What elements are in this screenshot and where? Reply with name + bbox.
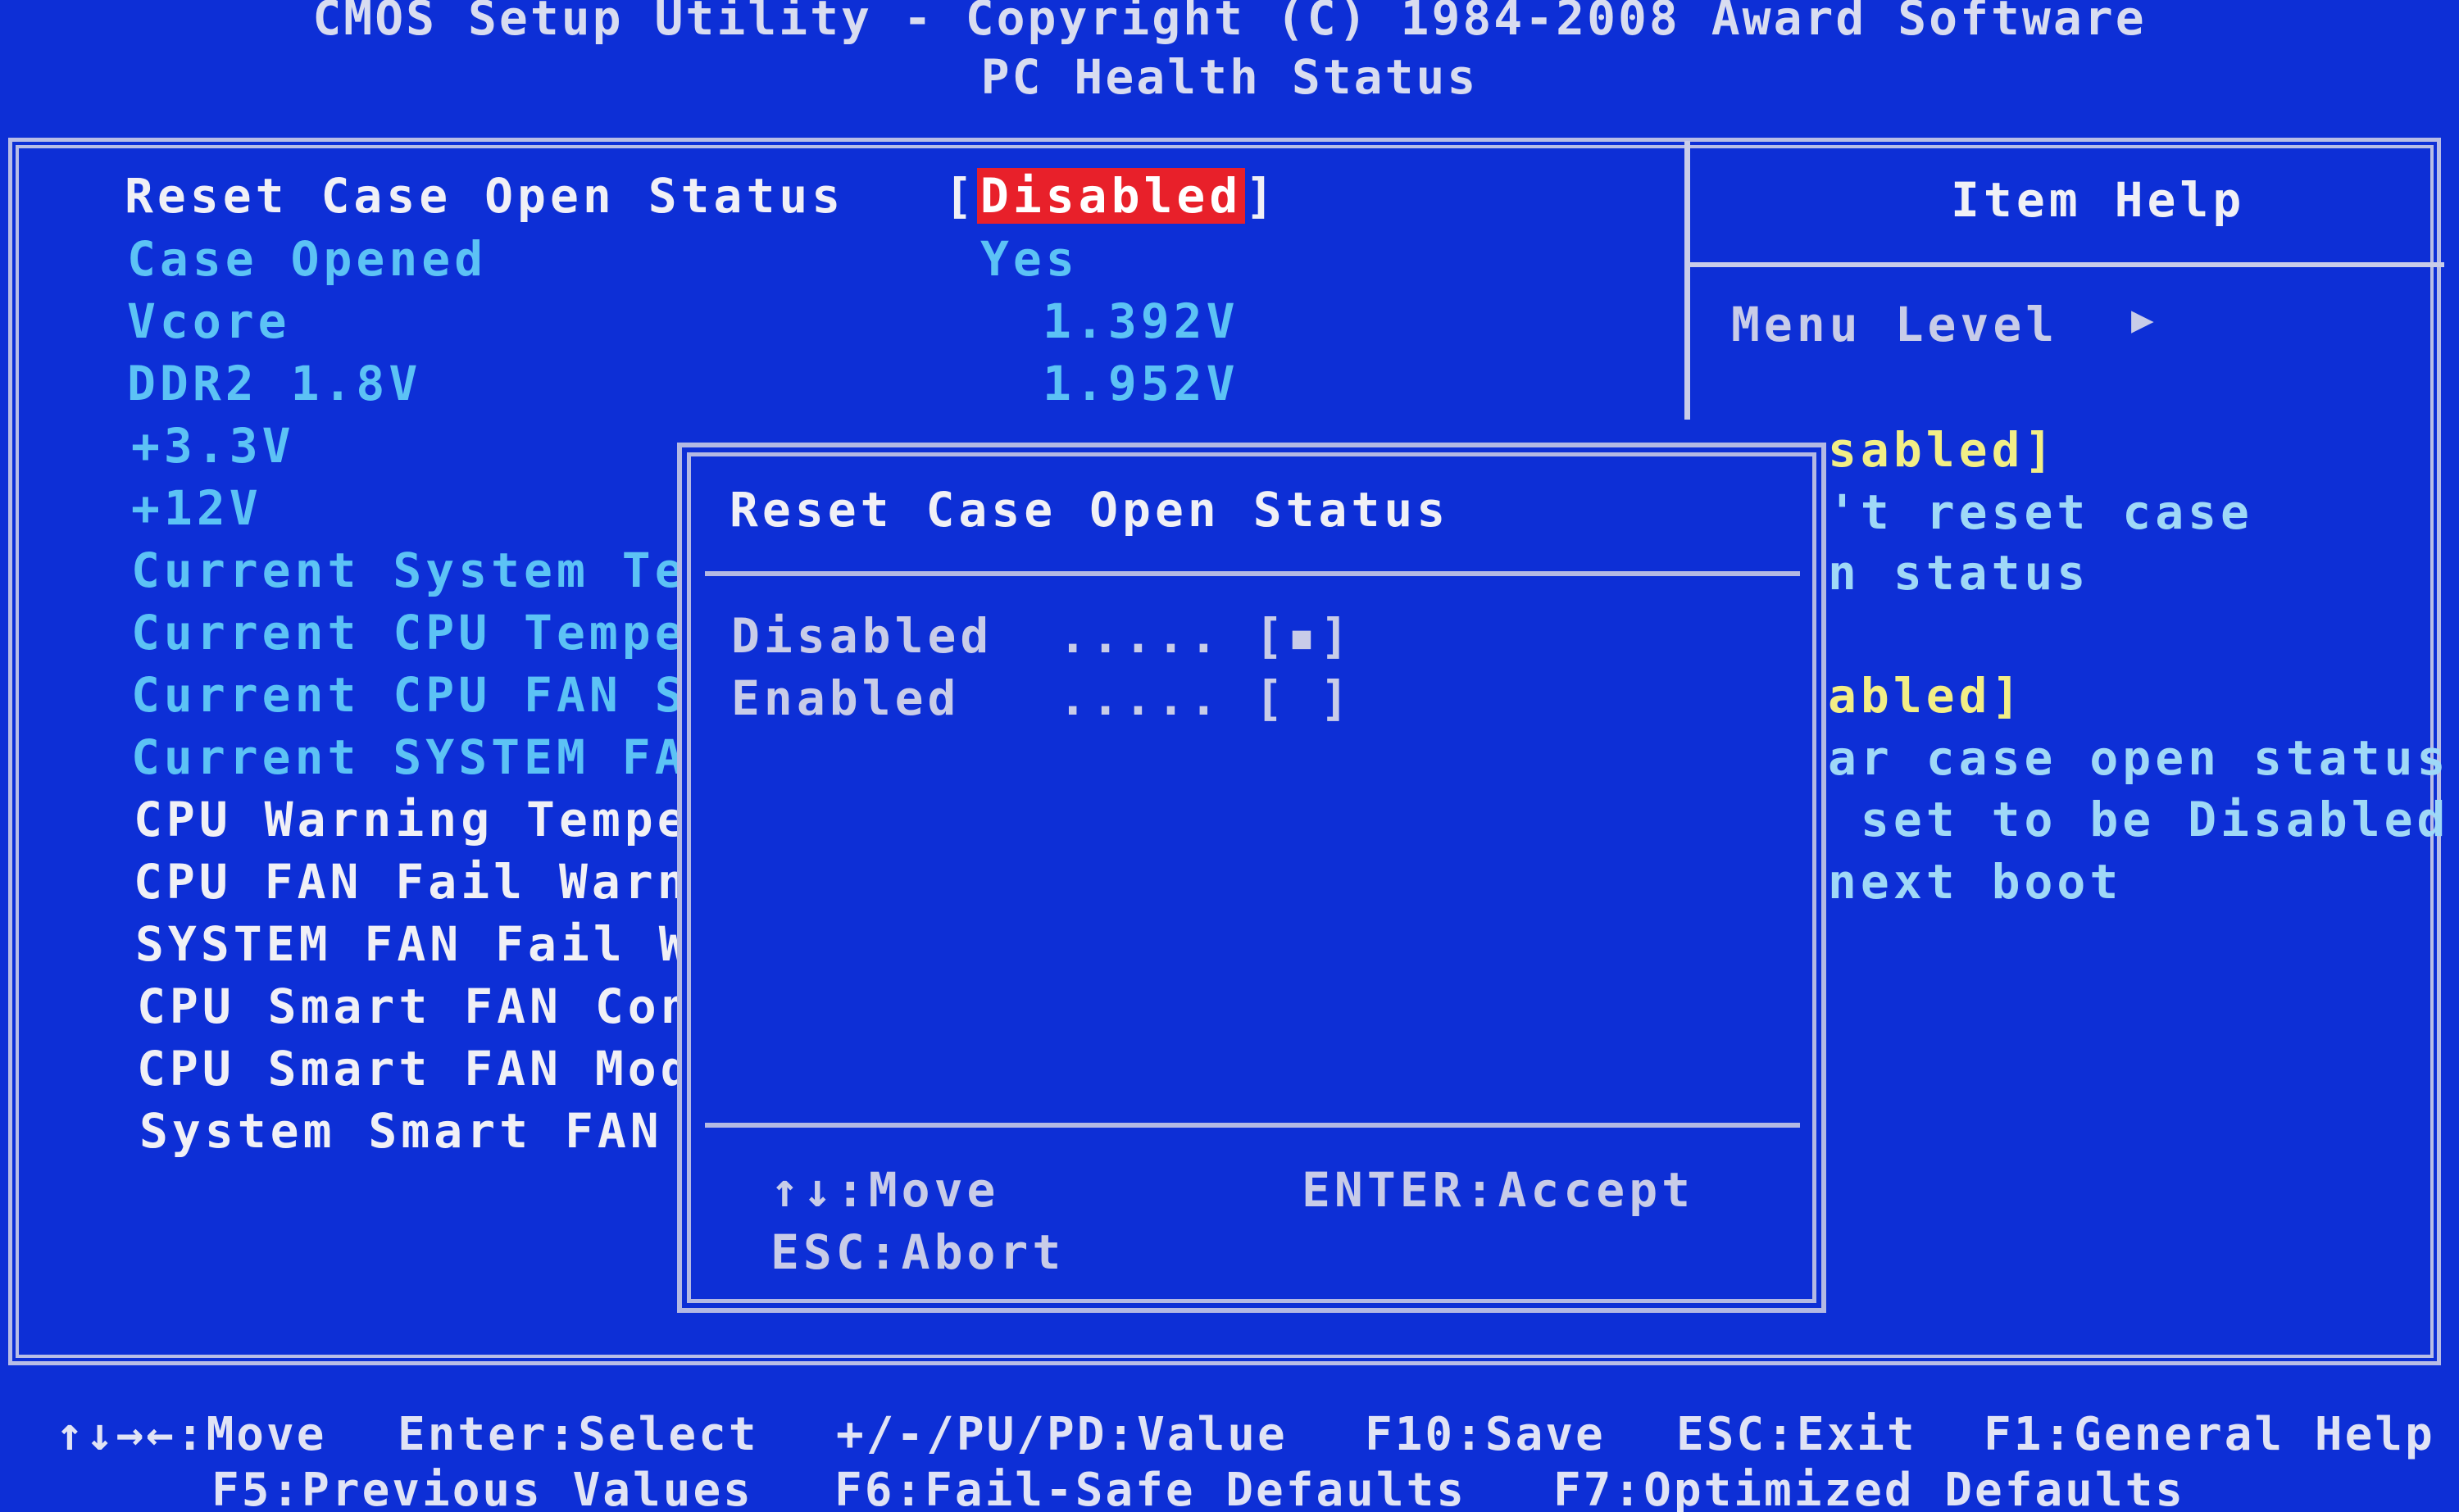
help-line: 't reset case: [1828, 484, 2253, 540]
footer-hint-select: Enter:Select: [398, 1408, 759, 1461]
footer-hint-fail-safe-defaults: F6:Fail-Safe Defaults: [834, 1464, 1467, 1512]
help-line: sabled]: [1828, 422, 2057, 478]
popup-option-enabled[interactable]: Enabled ..... [ ]: [731, 670, 1353, 726]
popup-option-disabled[interactable]: Disabled ..... [▪]: [731, 608, 1353, 664]
option-selected-marker: [▪]: [1254, 608, 1353, 664]
footer-hint-general-help: F1:General Help: [1984, 1408, 2435, 1461]
menu-item-cpu-smart-fan-control[interactable]: CPU Smart FAN Con: [137, 978, 693, 1034]
menu-item-cpu-warning-temp[interactable]: CPU Warning Tempe: [134, 792, 690, 847]
menu-item-reset-case-open-status[interactable]: Reset Case Open Status: [125, 168, 844, 224]
option-dots: .....: [1058, 608, 1222, 664]
footer-hint-save: F10:Save: [1365, 1408, 1606, 1461]
help-line: ar case open status: [1828, 730, 2450, 786]
menu-item-system-fan-fail-warning[interactable]: SYSTEM FAN Fail W: [135, 916, 692, 972]
menu-item-cpu-fan-fail-warning[interactable]: CPU FAN Fail Warn: [134, 854, 690, 910]
popup-hint-move: ↑↓:Move: [770, 1162, 1000, 1218]
selected-item-value[interactable]: [Disabled]: [944, 168, 1278, 224]
value-vcore: 1.392V: [1043, 293, 1239, 349]
option-label: Enabled: [731, 670, 961, 726]
footer-hint-exit: ESC:Exit: [1676, 1408, 1917, 1461]
menu-item-ddr2: DDR2 1.8V: [127, 356, 422, 411]
footer-hint-previous-values: F5:Previous Values: [211, 1464, 753, 1512]
popup-title: Reset Case Open Status: [730, 482, 1450, 538]
help-line: abled]: [1828, 668, 2025, 724]
help-title-divider: [1690, 262, 2444, 267]
menu-item-3v3: +3.3V: [131, 418, 295, 474]
popup-hint-abort: ESC:Abort: [770, 1224, 1066, 1280]
menu-item-system-temp: Current System Te: [131, 543, 688, 598]
value-case-opened: Yes: [980, 231, 1079, 287]
value-left-bracket: [: [944, 168, 977, 224]
value-highlight: Disabled: [976, 168, 1246, 224]
popup-hint-accept: ENTER:Accept: [1302, 1162, 1695, 1218]
menu-item-case-opened: Case Opened: [127, 231, 488, 287]
menu-item-system-fan-speed: Current SYSTEM FA: [131, 729, 688, 785]
footer-hint-move: ↑↓→←:Move: [56, 1408, 327, 1461]
value-right-bracket: ]: [1245, 168, 1279, 224]
menu-item-12v: +12V: [131, 480, 262, 536]
value-ddr2: 1.952V: [1043, 356, 1239, 411]
menu-item-cpu-smart-fan-mode[interactable]: CPU Smart FAN Mod: [137, 1041, 693, 1097]
menu-item-cpu-temp: Current CPU Tempe: [131, 605, 688, 661]
footer-hint-value: +/-/PU/PD:Value: [836, 1408, 1288, 1461]
menu-item-cpu-fan-speed: Current CPU FAN S: [131, 667, 688, 723]
help-line: set to be Disabled: [1828, 792, 2450, 847]
menu-item-system-smart-fan[interactable]: System Smart FAN: [139, 1103, 663, 1159]
option-label: Disabled: [731, 608, 993, 664]
help-title: Item Help: [1951, 172, 2246, 228]
help-panel-divider: [1684, 141, 1690, 420]
help-line: next boot: [1828, 854, 2123, 910]
popup-hint-divider: [705, 1123, 1800, 1128]
popup-title-divider: [705, 571, 1800, 576]
page-title: PC Health Status: [980, 49, 1479, 105]
help-line: n status: [1828, 545, 2090, 601]
option-dots: .....: [1058, 670, 1222, 726]
menu-item-vcore: Vcore: [127, 293, 291, 349]
help-menu-level: Menu Level: [1731, 297, 2059, 352]
menu-level-arrow-icon: ▶: [2131, 297, 2158, 341]
app-title: CMOS Setup Utility - Copyright (C) 1984-…: [312, 0, 2147, 46]
option-unselected-marker: [ ]: [1254, 670, 1353, 726]
footer-hint-optimized-defaults: F7:Optimized Defaults: [1553, 1464, 2186, 1512]
